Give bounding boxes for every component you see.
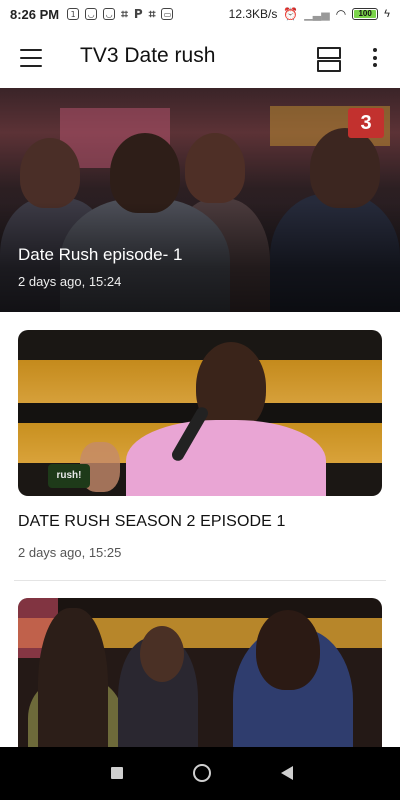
circle-icon [193,764,211,782]
status-right: 12.3KB/s ⏰ ▁▃▅ ◠ 100 ϟ [229,0,390,28]
back-button[interactable] [258,747,318,800]
divider [14,580,386,581]
video-thumbnail: rush! [18,330,382,496]
slack-icon: ⌗ [121,7,128,21]
system-nav-bar [0,747,400,800]
app-icon: ◡ [85,8,98,20]
calendar-icon: 1 [67,8,80,20]
home-button[interactable] [172,747,232,800]
more-vert-icon[interactable] [372,46,378,70]
app-icon: ▭ [161,8,174,20]
square-icon [111,767,123,779]
notification-icons: 1 ◡ ◡ ⌗ P ⌗ ▭ [67,7,174,21]
signal-icon: ▁▃▅ [304,8,330,21]
featured-title: Date Rush episode- 1 [18,245,183,264]
video-thumbnail [18,598,382,764]
featured-video[interactable]: 3 Date Rush episode- 1 2 days ago, 15:24 [0,88,400,312]
p-icon: P [133,7,143,21]
network-speed: 12.3KB/s [228,7,278,21]
wifi-icon: ◠ [335,7,347,21]
app-title: TV3 Date rush [80,44,216,67]
app-icon: ◡ [103,8,116,20]
charging-icon: ϟ [384,8,390,20]
video-meta: 2 days ago, 15:25 [18,545,122,560]
show-badge: rush! [48,464,90,488]
app-bar: TV3 Date rush [0,28,400,88]
battery-level: 100 [354,10,377,18]
status-bar: 8:26 PM 1 ◡ ◡ ⌗ P ⌗ ▭ 12.3KB/s ⏰ ▁▃▅ ◠ 1… [0,0,400,28]
featured-meta: 2 days ago, 15:24 [18,274,122,289]
battery-icon: 100 [352,8,379,20]
slack-icon: ⌗ [148,7,156,21]
back-triangle-icon [281,766,293,780]
video-card[interactable]: rush! DATE RUSH SEASON 2 EPISODE 1 2 day… [0,330,400,580]
alarm-icon: ⏰ [283,7,299,21]
view-toggle-icon[interactable] [317,47,341,72]
recents-button[interactable] [88,747,148,800]
channel-logo: 3 [348,108,384,138]
video-card[interactable] [0,598,400,764]
status-time: 8:26 PM [10,6,60,22]
video-title: DATE RUSH SEASON 2 EPISODE 1 [18,513,286,530]
menu-icon[interactable] [20,49,42,68]
